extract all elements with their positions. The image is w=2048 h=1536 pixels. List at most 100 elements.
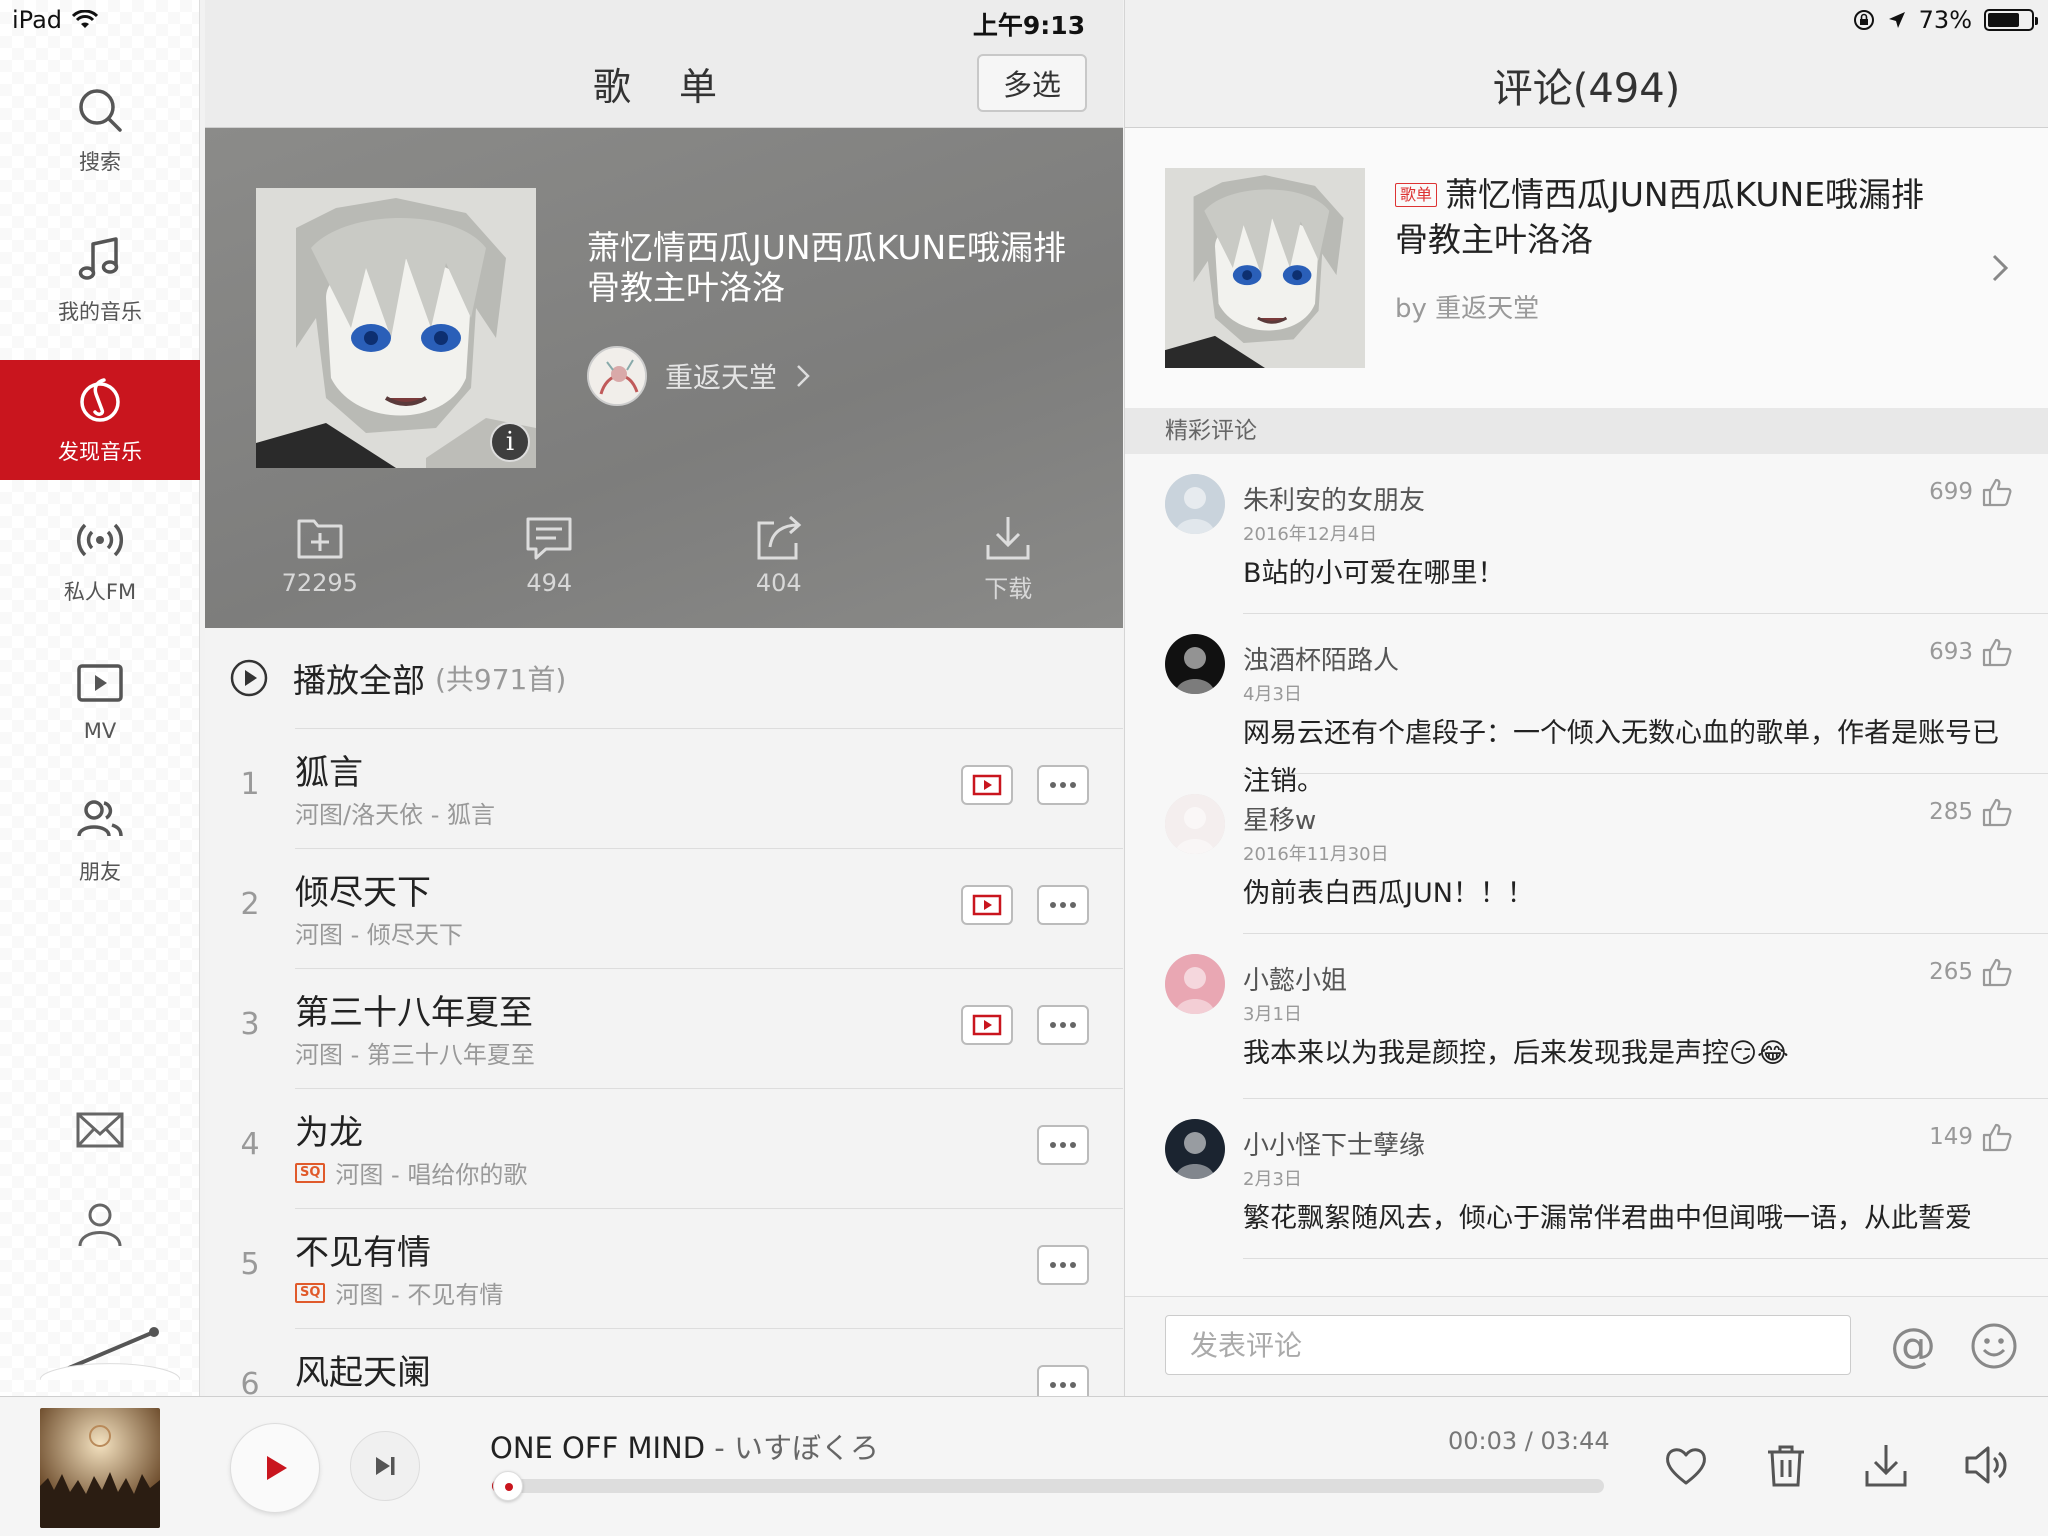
comment-item[interactable]: 星移w 2016年11月30日 伪前表白西瓜JUN！！！ 285 [1165, 774, 2048, 934]
comment-date: 2月3日 [1243, 1169, 1302, 1190]
comment-item[interactable]: 小小怪下士孽缘 2月3日 繁花飘絮随风去，倾心于漏常伴君曲中但闻哦一语，从此誓爱… [1165, 1099, 2048, 1259]
thumbs-up-icon [1982, 1123, 2012, 1152]
chevron-right-icon [797, 365, 810, 387]
next-button[interactable] [350, 1431, 420, 1501]
like-button[interactable]: 285 [1929, 796, 2013, 828]
more-dots-icon [1050, 1382, 1076, 1388]
comment-button[interactable]: 494 [435, 513, 665, 604]
playlist-thumbnail [1165, 168, 1365, 368]
more-button[interactable] [1037, 1005, 1089, 1045]
mail-icon[interactable] [74, 1104, 126, 1156]
thumbs-up-icon [1982, 638, 2012, 667]
song-row[interactable]: 6 风起天阑 [240, 1328, 1123, 1396]
emoji-icon[interactable] [1969, 1321, 2019, 1371]
turntable-needle-icon [40, 1327, 180, 1380]
more-button[interactable] [1037, 765, 1089, 805]
sidebar-item-mv[interactable]: MV [0, 640, 200, 760]
song-title: 风起天阑 [295, 1353, 431, 1393]
song-row[interactable]: 1 狐言 河图/洛天依 - 狐言 [240, 728, 1123, 848]
more-button[interactable] [1037, 1125, 1089, 1165]
download-icon[interactable] [1862, 1441, 1910, 1489]
comment-input[interactable] [1165, 1315, 1851, 1375]
anime-portrait-image [256, 188, 536, 468]
more-dots-icon [1050, 1142, 1076, 1148]
mv-icon [972, 894, 1002, 916]
track-artist: いすぼくろ [733, 1431, 879, 1465]
mv-button[interactable] [961, 885, 1013, 925]
comment-item[interactable]: 浊酒杯陌路人 4月3日 网易云还有个虐段子：一个倾入无数心血的歌单，作者是账号已… [1165, 614, 2048, 797]
avatar[interactable] [1165, 954, 1225, 1014]
share-button[interactable]: 404 [664, 513, 894, 604]
more-button[interactable] [1037, 1245, 1089, 1285]
like-button[interactable]: 149 [1929, 1121, 2013, 1153]
trash-icon[interactable] [1762, 1441, 1810, 1489]
comment-username[interactable]: 小懿小姐 [1243, 960, 1347, 997]
card-creator: by 重返天堂 [1395, 294, 1540, 324]
sidebar-item-private-fm[interactable]: 私人FM [0, 500, 200, 620]
song-row[interactable]: 4 为龙 SQ 河图 - 唱给你的歌 [240, 1088, 1123, 1208]
like-button[interactable]: 265 [1929, 956, 2013, 988]
track-title: ONE OFF MIND [490, 1431, 706, 1465]
download-button[interactable]: 下载 [894, 513, 1124, 604]
sidebar-item-label: MV [83, 719, 117, 743]
avatar[interactable] [1165, 474, 1225, 534]
playlist-summary-card[interactable]: 歌单 萧忆情西瓜JUN西瓜KUNE哦漏排骨教主叶洛洛 by 重返天堂 [1125, 128, 2048, 408]
comment-username[interactable]: 小小怪下士孽缘 [1243, 1125, 1425, 1162]
play-all-button[interactable]: 播放全部 (共971首) [205, 628, 1123, 728]
sq-badge: SQ [295, 1282, 326, 1303]
comment-date: 2016年11月30日 [1243, 844, 1389, 865]
sidebar-item-label: 发现音乐 [58, 440, 142, 464]
mention-button[interactable]: @ [1887, 1319, 1939, 1371]
song-title: 倾尽天下 [295, 873, 431, 913]
playlist-actions: 72295 494 404 下载 [205, 513, 1123, 604]
creator-link[interactable]: 重返天堂 [587, 346, 811, 406]
song-count: (共971首) [435, 663, 567, 696]
skip-next-icon [376, 1457, 395, 1475]
comments-title: 评论(494) [1492, 66, 1681, 112]
song-row[interactable]: 5 不见有情 SQ 河图 - 不见有情 [240, 1208, 1123, 1328]
collect-button[interactable]: 72295 [205, 513, 435, 604]
location-icon [1888, 12, 1905, 28]
more-button[interactable] [1037, 885, 1089, 925]
song-row[interactable]: 2 倾尽天下 河图 - 倾尽天下 [240, 848, 1123, 968]
track-separator: - [705, 1431, 734, 1465]
song-row[interactable]: 3 第三十八年夏至 河图 - 第三十八年夏至 [240, 968, 1123, 1088]
multiselect-button[interactable]: 多选 [977, 54, 1087, 112]
like-count: 285 [1929, 799, 1973, 825]
comment-text: 伪前表白西瓜JUN！！！ [1243, 878, 1534, 909]
heart-icon[interactable] [1662, 1441, 1710, 1489]
more-button[interactable] [1037, 1365, 1089, 1396]
sidebar-item-search[interactable]: 搜索 [0, 70, 200, 190]
section-header: 精彩评论 [1125, 408, 2048, 454]
like-button[interactable]: 693 [1929, 636, 2013, 668]
user-icon[interactable] [74, 1198, 126, 1250]
progress-bar[interactable] [492, 1471, 1604, 1501]
play-all-label: 播放全部 [293, 661, 425, 700]
song-title: 为龙 [295, 1113, 363, 1153]
avatar[interactable] [1165, 634, 1225, 694]
mv-button[interactable] [961, 765, 1013, 805]
now-playing-artwork[interactable] [40, 1408, 160, 1528]
play-icon [267, 1456, 287, 1480]
comment-username[interactable]: 星移w [1243, 800, 1316, 837]
info-button[interactable]: i [490, 422, 530, 462]
play-button[interactable] [230, 1423, 320, 1513]
sidebar-item-friends[interactable]: 朋友 [0, 780, 200, 900]
avatar[interactable] [1165, 794, 1225, 854]
like-button[interactable]: 699 [1929, 476, 2013, 508]
thumbs-up-icon [1982, 958, 2012, 987]
comment-username[interactable]: 浊酒杯陌路人 [1243, 640, 1399, 677]
comment-item[interactable]: 朱利安的女朋友 2016年12月4日 B站的小可爱在哪里！ 699 [1165, 454, 2048, 614]
sidebar-item-discover[interactable]: 发现音乐 [0, 360, 200, 480]
mv-button[interactable] [961, 1005, 1013, 1045]
comment-date: 4月3日 [1243, 684, 1302, 705]
comment-username[interactable]: 朱利安的女朋友 [1243, 480, 1425, 517]
avatar[interactable] [1165, 1119, 1225, 1179]
clock: 上午9:13 [972, 11, 1086, 40]
sidebar-item-my-music[interactable]: 我的音乐 [0, 220, 200, 340]
sidebar-item-label: 朋友 [79, 860, 121, 884]
comment-item[interactable]: 小懿小姐 3月1日 我本来以为我是颜控，后来发现我是声控😏😂 265 [1165, 934, 2048, 1099]
progress-knob[interactable] [492, 1471, 523, 1501]
playlist-cover[interactable]: i [256, 188, 536, 468]
volume-icon[interactable] [1962, 1441, 2010, 1489]
